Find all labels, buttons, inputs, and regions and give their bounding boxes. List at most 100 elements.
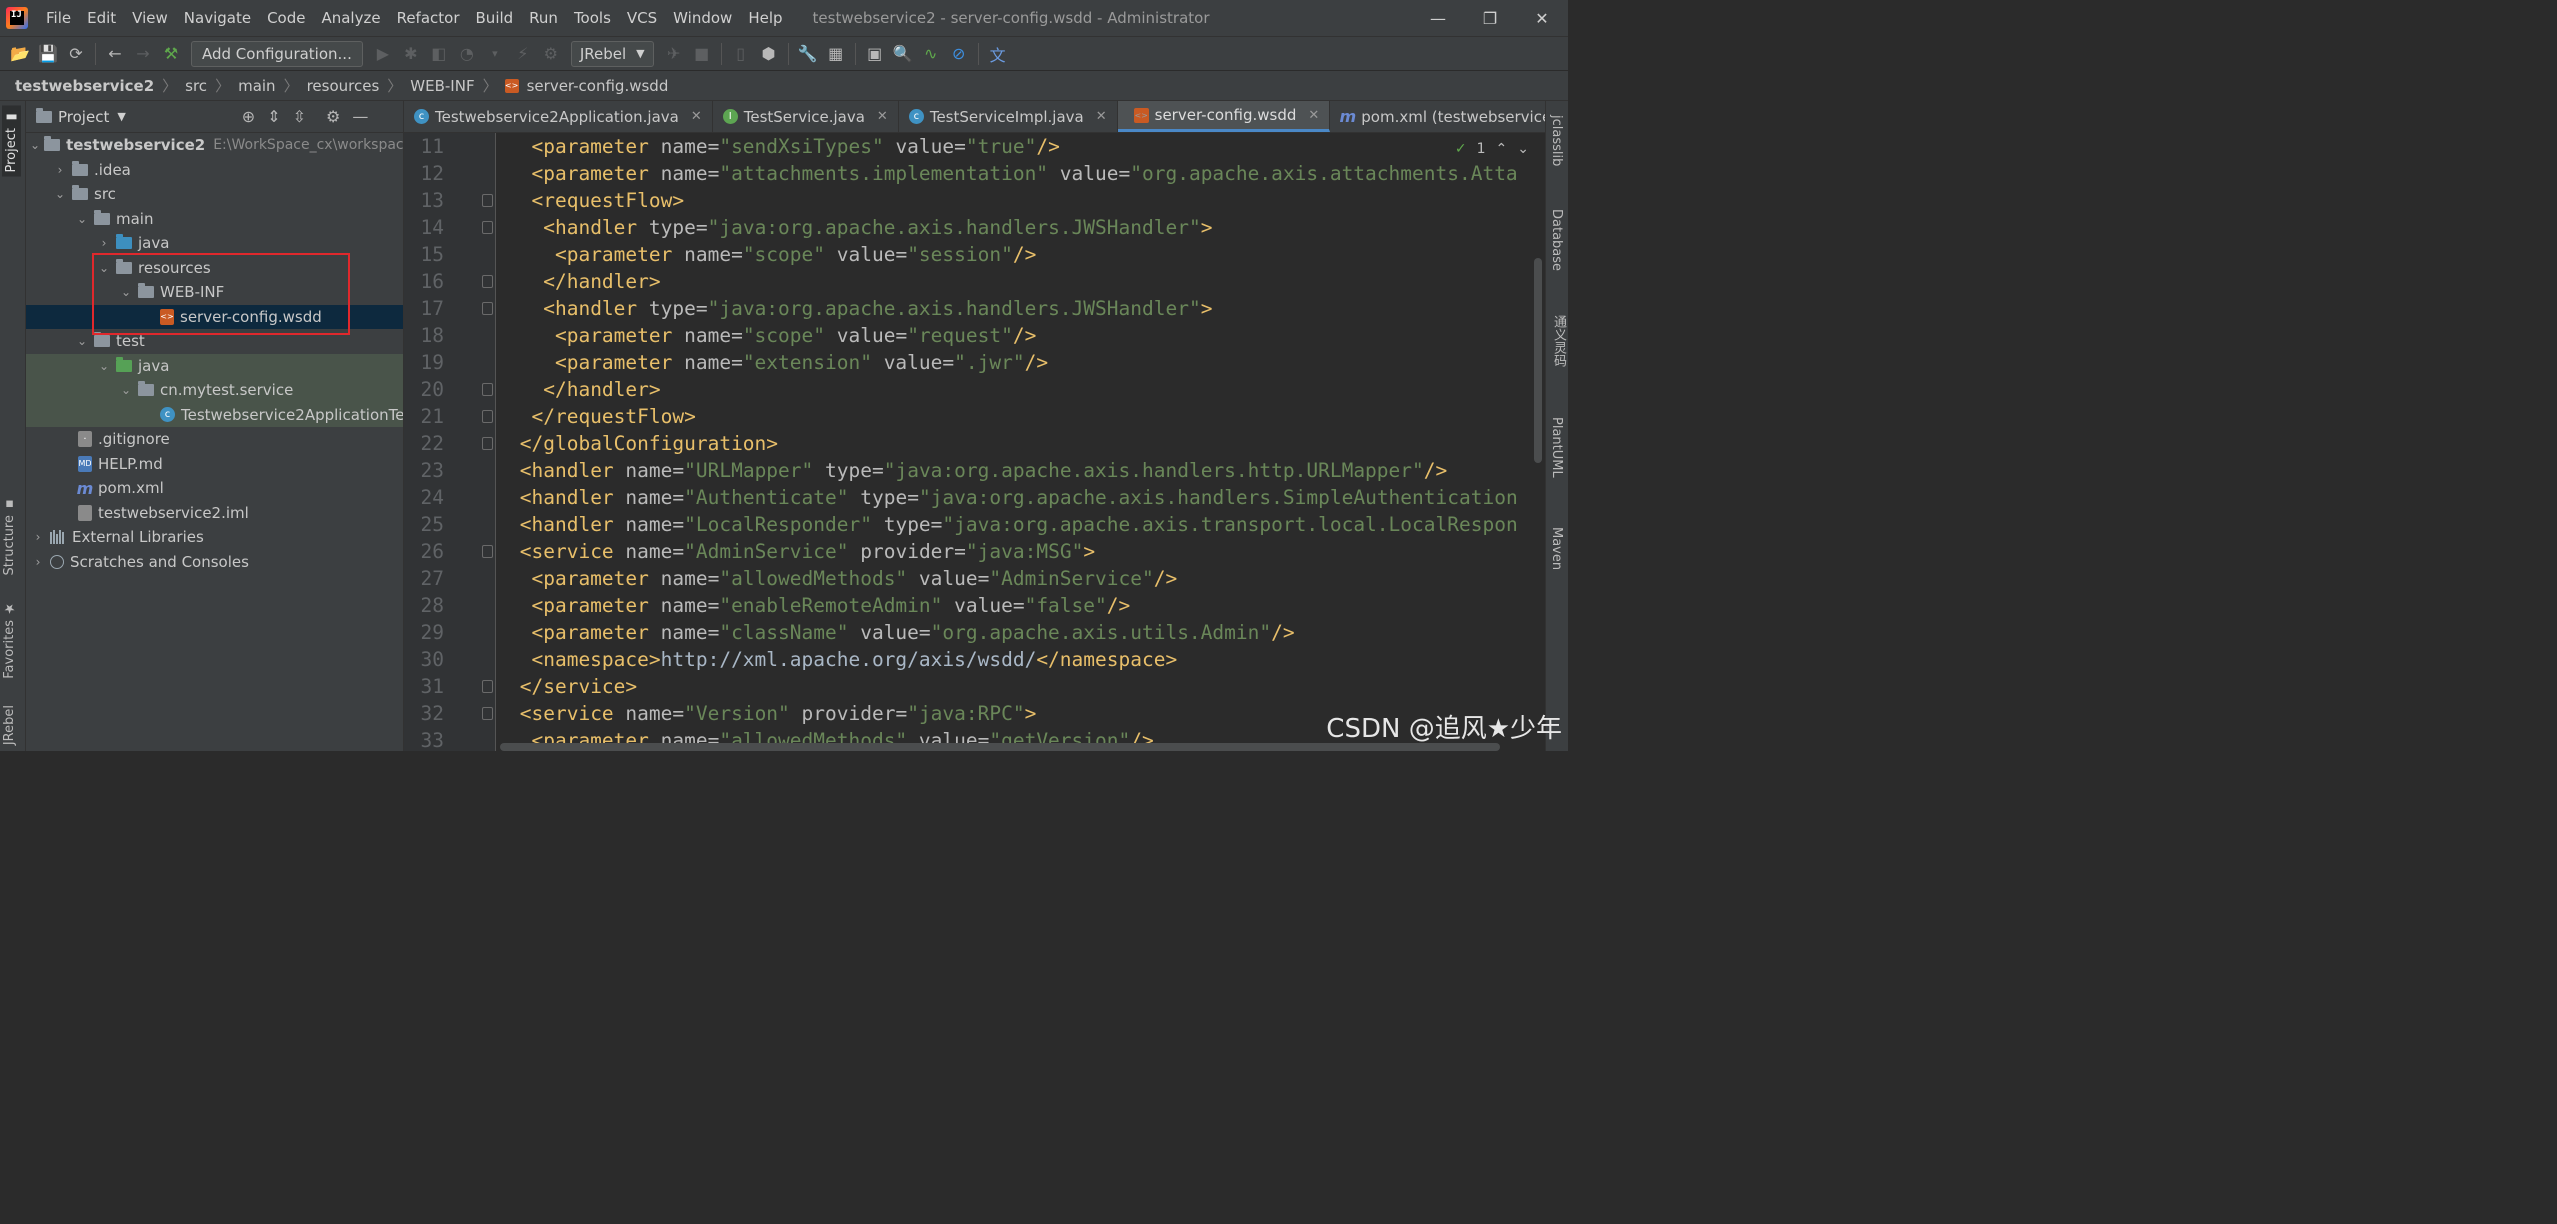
chevron-down-icon[interactable]: ⌄ [96, 261, 112, 275]
breadcrumb-src[interactable]: src [182, 77, 210, 95]
breadcrumb-web-inf[interactable]: WEB-INF [407, 77, 477, 95]
code-line[interactable]: 25 <handler name="LocalResponder" type="… [404, 511, 1545, 538]
code-line[interactable]: 23 <handler name="URLMapper" type="java:… [404, 457, 1545, 484]
jrebel-dropdown[interactable]: JRebel ▼ [570, 40, 654, 67]
save-icon[interactable]: 💾 [34, 40, 62, 68]
tree-node-external-libraries[interactable]: › External Libraries [26, 525, 403, 550]
tree-node-test-class[interactable]: c Testwebservice2ApplicationTes [26, 402, 403, 427]
jrebel-run-icon[interactable]: ⚡ [509, 40, 537, 68]
tab-test-service-impl[interactable]: c TestServiceImpl.java ✕ [899, 101, 1118, 132]
sdk-icon[interactable]: ⬢ [755, 40, 783, 68]
code-line[interactable]: 19 <parameter name="extension" value=".j… [404, 349, 1545, 376]
chevron-down-icon[interactable]: ⌄ [118, 383, 134, 397]
activity-monitor-icon[interactable]: ∿ [917, 40, 945, 68]
inspection-widget[interactable]: ✓ 1 ⌃ ⌄ [1455, 141, 1529, 157]
code-line[interactable]: 13 <requestFlow> [404, 187, 1545, 214]
chevron-right-icon[interactable]: › [30, 530, 46, 544]
fold-marker-icon[interactable] [482, 437, 493, 450]
project-tool-tab[interactable]: Project ▬ [2, 105, 21, 177]
code-line[interactable]: 22 </globalConfiguration> [404, 430, 1545, 457]
code-line[interactable]: 17 <handler type="java:org.apache.axis.h… [404, 295, 1545, 322]
close-icon[interactable]: ✕ [1096, 109, 1107, 124]
database-tool-tab[interactable]: Database [1549, 209, 1564, 271]
close-icon[interactable]: ✕ [877, 109, 888, 124]
fold-marker-icon[interactable] [482, 221, 493, 234]
search-icon[interactable]: 🔍 [889, 40, 917, 68]
tree-node-iml[interactable]: testwebservice2.iml [26, 501, 403, 526]
tree-node-pom[interactable]: m pom.xml [26, 476, 403, 501]
code-editor[interactable]: 11 <parameter name="sendXsiTypes" value=… [404, 133, 1545, 751]
translate-icon[interactable]: 文 [984, 40, 1012, 68]
tab-pom[interactable]: m pom.xml (testwebservice2) ✕ [1330, 101, 1545, 132]
power-save-icon[interactable]: ⊘ [945, 40, 973, 68]
breadcrumb-project[interactable]: testwebservice2 [12, 77, 157, 95]
minimize-icon[interactable]: — [1412, 0, 1464, 36]
jclasslib-tool-tab[interactable]: jclasslib [1549, 115, 1564, 166]
fold-marker-icon[interactable] [482, 383, 493, 396]
close-icon[interactable]: ✕ [1516, 0, 1568, 36]
tab-testwebservice2-application[interactable]: c Testwebservice2Application.java ✕ [404, 101, 713, 132]
code-line[interactable]: 11 <parameter name="sendXsiTypes" value=… [404, 133, 1545, 160]
locate-target-icon[interactable]: ⊕ [242, 107, 255, 126]
terminal-icon[interactable]: ▣ [861, 40, 889, 68]
menu-edit[interactable]: Edit [79, 0, 124, 36]
expand-all-icon[interactable]: ⇕ [267, 107, 280, 126]
close-icon[interactable]: ✕ [1308, 108, 1319, 123]
fold-marker-icon[interactable] [482, 302, 493, 315]
run-icon[interactable]: ▶ [369, 40, 397, 68]
vertical-scrollbar[interactable] [1534, 258, 1542, 463]
menu-view[interactable]: View [124, 0, 176, 36]
chevron-down-icon[interactable]: ⌄ [74, 334, 90, 348]
tree-node-server-config[interactable]: <> server-config.wsdd [26, 304, 403, 329]
forward-arrow-icon[interactable]: → [129, 40, 157, 68]
gear-icon[interactable]: ⚙ [326, 107, 340, 126]
menu-run[interactable]: Run [521, 0, 566, 36]
more-run-dropdown-icon[interactable]: ▾ [481, 40, 509, 68]
fold-marker-icon[interactable] [482, 680, 493, 693]
code-line[interactable]: 27 <parameter name="allowedMethods" valu… [404, 565, 1545, 592]
tree-node-gitignore[interactable]: · .gitignore [26, 427, 403, 452]
code-line[interactable]: 14 <handler type="java:org.apache.axis.h… [404, 214, 1545, 241]
profile-icon[interactable]: ◔ [453, 40, 481, 68]
menu-navigate[interactable]: Navigate [176, 0, 259, 36]
collapse-all-icon[interactable]: ⇳ [293, 107, 306, 126]
chevron-down-icon[interactable]: ⌄ [74, 212, 90, 226]
add-configuration-button[interactable]: Add Configuration... [191, 40, 363, 67]
chevron-down-icon[interactable]: ⌄ [30, 138, 40, 152]
hide-panel-icon[interactable]: — [352, 107, 368, 126]
tree-node-test[interactable]: ⌄ test [26, 329, 403, 354]
chevron-down-icon[interactable]: ⌄ [96, 359, 112, 373]
chevron-down-icon[interactable]: ⌄ [52, 187, 68, 201]
code-line[interactable]: 31 </service> [404, 673, 1545, 700]
maven-tool-tab[interactable]: Maven [1549, 527, 1564, 570]
chevron-up-icon[interactable]: ⌃ [1496, 141, 1508, 157]
project-panel-title[interactable]: Project [58, 108, 109, 126]
chevron-down-icon[interactable]: ⌄ [1517, 141, 1529, 157]
chevron-right-icon[interactable]: › [30, 555, 46, 569]
tree-node-help-md[interactable]: MD HELP.md [26, 452, 403, 477]
structure-tool-tab[interactable]: Structure ▪ [2, 496, 17, 575]
code-line[interactable]: 20 </handler> [404, 376, 1545, 403]
code-line[interactable]: 28 <parameter name="enableRemoteAdmin" v… [404, 592, 1545, 619]
menu-code[interactable]: Code [259, 0, 313, 36]
jrebel-tool-tab[interactable]: JRebel [2, 705, 17, 745]
tab-test-service[interactable]: I TestService.java ✕ [713, 101, 899, 132]
chevron-right-icon[interactable]: › [52, 163, 68, 177]
coverage-icon[interactable]: ◧ [425, 40, 453, 68]
chevron-down-icon[interactable]: ▼ [117, 110, 125, 123]
code-line[interactable]: 24 <handler name="Authenticate" type="ja… [404, 484, 1545, 511]
jrebel-debug-icon[interactable]: ⚙ [537, 40, 565, 68]
menu-window[interactable]: Window [665, 0, 740, 36]
breadcrumb-file[interactable]: server-config.wsdd [524, 77, 672, 95]
project-structure-icon[interactable]: ▦ [822, 40, 850, 68]
code-line[interactable]: 15 <parameter name="scope" value="sessio… [404, 241, 1545, 268]
fold-marker-icon[interactable] [482, 194, 493, 207]
code-line[interactable]: 29 <parameter name="className" value="or… [404, 619, 1545, 646]
chevron-right-icon[interactable]: › [96, 236, 112, 250]
fold-marker-icon[interactable] [482, 545, 493, 558]
restore-icon[interactable]: ❐ [1464, 0, 1516, 36]
favorites-tool-tab[interactable]: Favorites ★ [2, 601, 17, 679]
tree-node-main[interactable]: ⌄ main [26, 207, 403, 232]
code-line[interactable]: 30 <namespace>http://xml.apache.org/axis… [404, 646, 1545, 673]
tree-node-web-inf[interactable]: ⌄ WEB-INF [26, 280, 403, 305]
